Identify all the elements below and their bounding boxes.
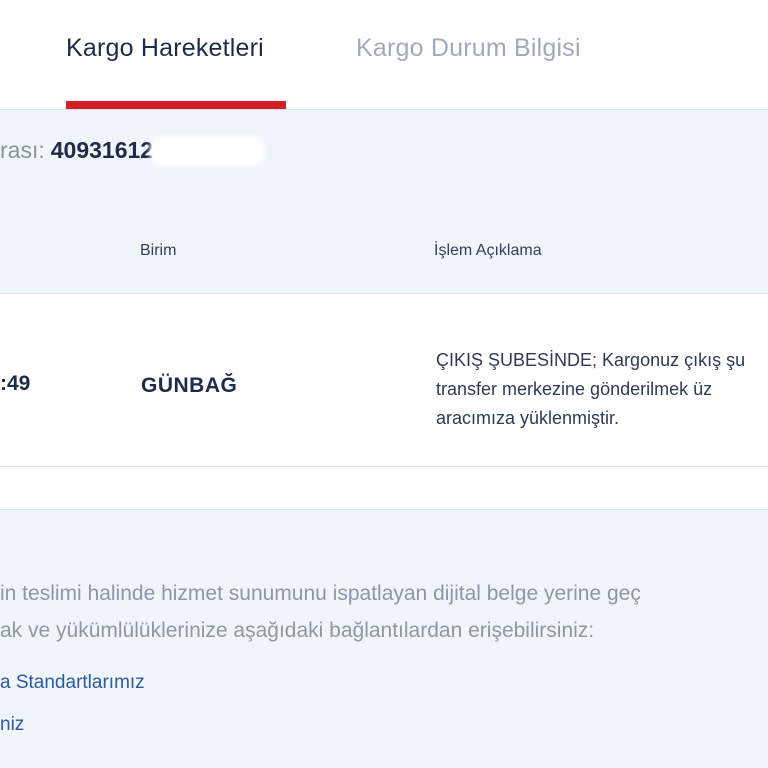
table-row: :49 GÜNBAĞ ÇIKIŞ ŞUBESİNDE; Kargonuz çık…	[0, 294, 768, 467]
table-footer-spacer	[0, 467, 768, 510]
tracking-number-line: rası: 40931612	[0, 137, 153, 164]
row-description-line: aracımıza yüklenmiştir.	[436, 408, 620, 428]
table-header: Birim İşlem Açıklama	[0, 200, 768, 294]
tab-kargo-hareketleri[interactable]: Kargo Hareketleri	[66, 34, 264, 63]
row-description: ÇIKIŞ ŞUBESİNDE; Kargonuz çıkış şu trans…	[436, 346, 768, 433]
tracking-number: 40931612	[50, 137, 154, 163]
link-second[interactable]: niz	[0, 714, 24, 736]
info-text: in teslimi halinde hizmet sunumunu ispat…	[0, 575, 641, 649]
tab-kargo-durum-bilgisi[interactable]: Kargo Durum Bilgisi	[356, 34, 581, 63]
link-standards[interactable]: a Standartlarımız	[0, 672, 145, 694]
info-line: in teslimi halinde hizmet sunumunu ispat…	[0, 582, 641, 605]
redaction-mark	[150, 136, 265, 166]
column-header-description: İşlem Açıklama	[434, 242, 542, 259]
active-tab-indicator	[66, 101, 286, 109]
tracking-label: rası:	[0, 137, 45, 163]
row-description-line: ÇIKIŞ ŞUBESİNDE; Kargonuz çıkış şu	[436, 350, 746, 370]
column-header-unit: Birim	[140, 242, 177, 259]
tab-bar: Kargo Hareketleri Kargo Durum Bilgisi	[0, 0, 768, 110]
row-unit: GÜNBAĞ	[141, 374, 238, 397]
row-time: :49	[0, 372, 31, 395]
row-description-line: transfer merkezine gönderilmek üz	[436, 379, 713, 399]
info-line: ak ve yükümlülüklerinize aşağıdaki bağla…	[0, 619, 595, 642]
